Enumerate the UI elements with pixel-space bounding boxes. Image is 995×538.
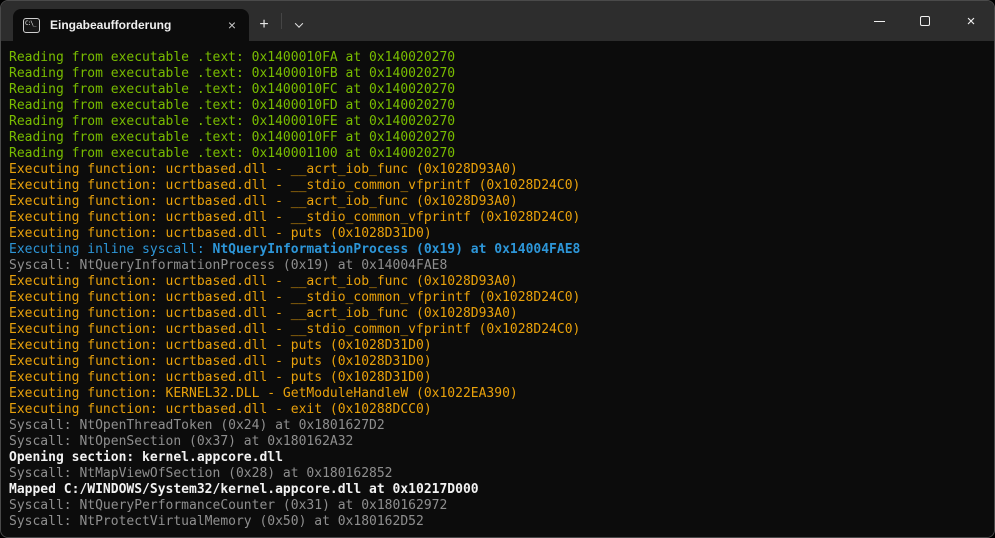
terminal-line: Syscall: NtProtectVirtualMemory (0x50) a… (9, 514, 986, 530)
terminal-line: Executing function: ucrtbased.dll - __st… (9, 210, 986, 226)
terminal-output: Reading from executable .text: 0x1400010… (9, 50, 986, 530)
terminal-line: Syscall: NtQueryInformationProcess (0x19… (9, 258, 986, 274)
terminal-line: Executing function: ucrtbased.dll - __ac… (9, 162, 986, 178)
terminal-line: Reading from executable .text: 0x1400010… (9, 50, 986, 66)
tab-title: Eingabeaufforderung (50, 18, 221, 32)
terminal-line: Executing function: ucrtbased.dll - __ac… (9, 306, 986, 322)
tabbar-divider (281, 13, 282, 29)
terminal-line: Syscall: NtMapViewOfSection (0x28) at 0x… (9, 466, 986, 482)
minimize-icon (874, 21, 885, 22)
tab-dropdown-button[interactable] (284, 10, 314, 40)
terminal-line: Reading from executable .text: 0x1400010… (9, 130, 986, 146)
new-tab-button[interactable]: + (249, 10, 279, 40)
terminal-line: Executing function: KERNEL32.DLL - GetMo… (9, 386, 986, 402)
terminal-line: Executing function: ucrtbased.dll - puts… (9, 370, 986, 386)
maximize-icon (920, 16, 930, 26)
terminal-line: Syscall: NtQueryPerformanceCounter (0x31… (9, 498, 986, 514)
terminal-line: Opening section: kernel.appcore.dll (9, 450, 986, 466)
plus-icon: + (259, 16, 268, 34)
close-button[interactable]: × (948, 1, 994, 41)
terminal-line: Executing inline syscall: NtQueryInforma… (9, 242, 986, 258)
close-icon: × (967, 14, 976, 29)
terminal[interactable]: Reading from executable .text: 0x1400010… (1, 41, 994, 538)
terminal-line: Mapped C:/WINDOWS/System32/kernel.appcor… (9, 482, 986, 498)
terminal-line: Reading from executable .text: 0x1400010… (9, 98, 986, 114)
tab-close-icon[interactable]: × (221, 15, 243, 35)
terminal-line: Executing function: ucrtbased.dll - puts… (9, 338, 986, 354)
terminal-line: Executing function: ucrtbased.dll - __st… (9, 290, 986, 306)
maximize-button[interactable] (902, 1, 948, 41)
title-bar[interactable]: C:\_ Eingabeaufforderung × + × (1, 1, 994, 41)
tab-strip: C:\_ Eingabeaufforderung × + (1, 1, 856, 41)
terminal-line: Executing function: ucrtbased.dll - __ac… (9, 274, 986, 290)
cmd-prompt-icon: C:\_ (23, 18, 40, 33)
terminal-line: Reading from executable .text: 0x1400010… (9, 114, 986, 130)
chevron-down-icon (295, 19, 303, 27)
terminal-line: Executing function: ucrtbased.dll - __ac… (9, 194, 986, 210)
terminal-line: Executing function: ucrtbased.dll - __st… (9, 322, 986, 338)
terminal-line: Executing function: ucrtbased.dll - puts… (9, 226, 986, 242)
terminal-line: Reading from executable .text: 0x1400010… (9, 66, 986, 82)
window-controls: × (856, 1, 994, 41)
terminal-line: Syscall: NtOpenSection (0x37) at 0x18016… (9, 434, 986, 450)
terminal-window: C:\_ Eingabeaufforderung × + × (0, 0, 995, 538)
terminal-line: Reading from executable .text: 0x1400011… (9, 146, 986, 162)
terminal-line: Executing function: ucrtbased.dll - __st… (9, 178, 986, 194)
terminal-line: Reading from executable .text: 0x1400010… (9, 82, 986, 98)
terminal-line: Executing function: ucrtbased.dll - exit… (9, 402, 986, 418)
terminal-line: Executing function: ucrtbased.dll - puts… (9, 354, 986, 370)
minimize-button[interactable] (856, 1, 902, 41)
terminal-line: Syscall: NtOpenThreadToken (0x24) at 0x1… (9, 418, 986, 434)
tab-eingabeaufforderung[interactable]: C:\_ Eingabeaufforderung × (13, 9, 249, 41)
